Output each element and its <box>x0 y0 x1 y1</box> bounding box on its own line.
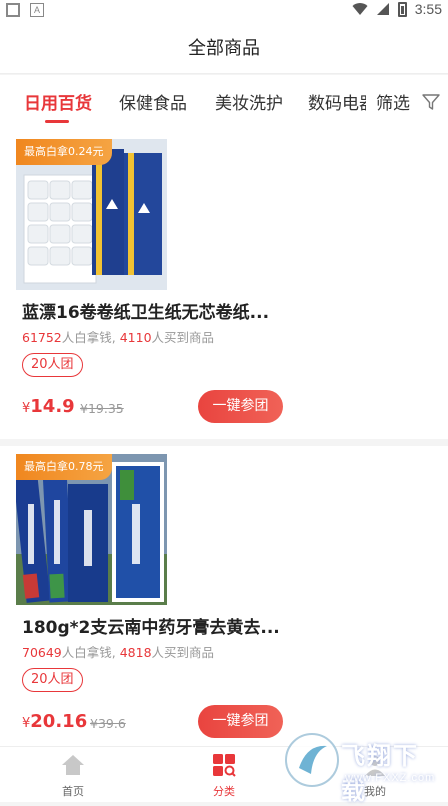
join-group-button[interactable]: 一键参团 <box>198 705 283 738</box>
price-value: 14.9 <box>30 396 75 417</box>
product-title[interactable]: 蓝漂16卷卷纸卫生纸无芯卷纸... <box>22 298 269 323</box>
nav-home[interactable]: 首页 <box>33 747 113 803</box>
buyer-count: 4818 <box>119 645 152 660</box>
watermark-text: 飞翔下载 <box>341 742 419 805</box>
tab-daily-goods[interactable]: 日用百货 <box>24 89 92 114</box>
group-size-tag: 20人团 <box>22 668 83 692</box>
buyer-count: 4110 <box>119 330 152 345</box>
group-price: ¥20.16 <box>22 711 87 732</box>
home-icon <box>62 755 84 775</box>
price-value: 20.16 <box>30 711 88 732</box>
filter-button[interactable]: 筛选 <box>368 75 448 131</box>
tab-beauty-care[interactable]: 美妆洗护 <box>215 89 283 114</box>
nav-category-label: 分类 <box>213 785 235 798</box>
site-watermark: 飞翔下载 www.FXXZ.com <box>283 730 443 805</box>
buyer-count-suffix: 人买到商品 <box>151 645 215 660</box>
notification-square-icon <box>6 3 20 17</box>
tab-digital[interactable]: 数码电器 <box>308 94 366 114</box>
nav-home-label: 首页 <box>62 785 84 798</box>
watermark-logo-icon <box>285 733 339 787</box>
product-card[interactable]: 最高白拿0.24元 蓝漂16卷卷纸卫生纸无芯卷纸... 61752人白拿钱, 4… <box>0 131 448 439</box>
product-sales-info: 61752人白拿钱, 4110人买到商品 <box>22 327 214 346</box>
page-header: 全部商品 <box>0 20 448 74</box>
cashback-count: 61752 <box>22 330 62 345</box>
nav-category[interactable]: 分类 <box>184 747 264 803</box>
max-cashback-badge: 最高白拿0.24元 <box>16 139 112 165</box>
product-title[interactable]: 180g*2支云南中药牙膏去黄去... <box>22 613 280 638</box>
max-cashback-badge: 最高白拿0.78元 <box>16 454 112 480</box>
active-tab-indicator <box>45 120 69 123</box>
signal-icon <box>376 3 389 15</box>
cashback-count-suffix: 人白拿钱, <box>61 645 120 660</box>
original-price: ¥39.6 <box>90 716 126 731</box>
group-price: ¥14.9 <box>22 396 75 417</box>
filter-funnel-icon <box>422 94 440 110</box>
cashback-count: 70649 <box>22 645 62 660</box>
page-title: 全部商品 <box>188 37 260 59</box>
group-size-tag: 20人团 <box>22 353 83 377</box>
category-tabs: 日用百货 保健食品 美妆洗护 数码电器 筛选 <box>0 75 448 131</box>
tab-health-food[interactable]: 保健食品 <box>119 89 187 114</box>
watermark-url: www.FXXZ.com <box>345 772 436 784</box>
buyer-count-suffix: 人买到商品 <box>151 330 215 345</box>
product-image-toilet-paper[interactable]: 最高白拿0.24元 <box>16 139 167 290</box>
battery-icon <box>397 1 407 17</box>
product-image-toothpaste[interactable]: 最高白拿0.78元 <box>16 454 167 605</box>
product-card[interactable]: 最高白拿0.78元 180g*2支云南中药牙膏去黄去... 70649人白拿钱,… <box>0 446 448 754</box>
filter-label: 筛选 <box>376 94 410 114</box>
original-price: ¥19.35 <box>80 401 124 416</box>
status-time: 3:55 <box>414 1 442 17</box>
wifi-icon <box>352 3 368 16</box>
status-bar: A 3:55 <box>0 0 448 20</box>
category-icon <box>213 754 236 777</box>
cashback-count-suffix: 人白拿钱, <box>61 330 120 345</box>
join-group-button[interactable]: 一键参团 <box>198 390 283 423</box>
product-sales-info: 70649人白拿钱, 4818人买到商品 <box>22 642 214 661</box>
notification-a-icon: A <box>30 3 44 17</box>
